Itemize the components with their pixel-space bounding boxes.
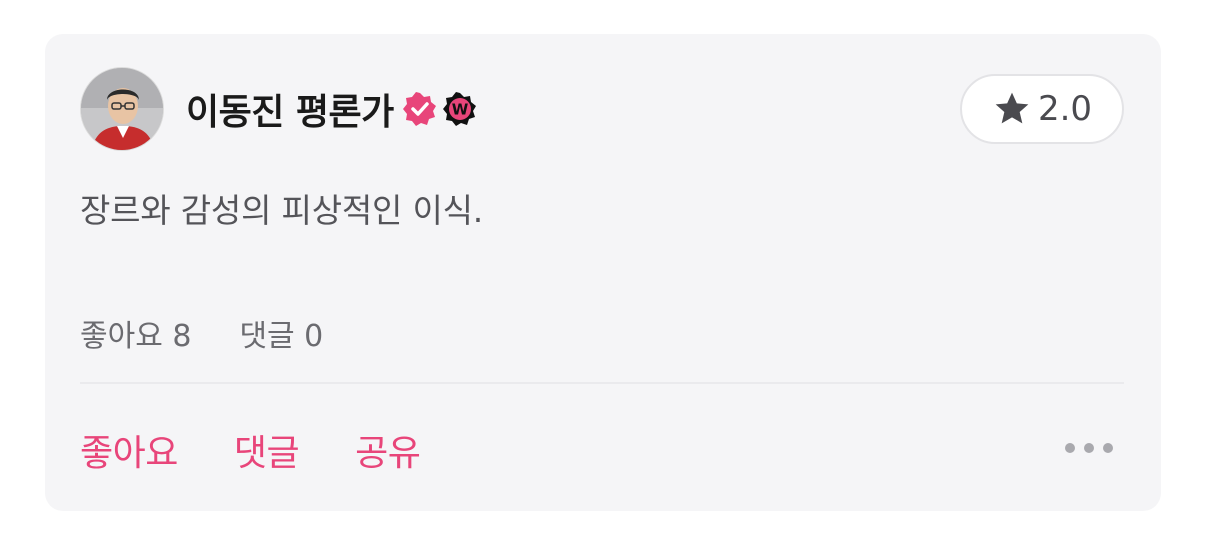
action-bar: 좋아요 댓글 공유 [80,424,421,476]
avatar-photo [81,68,163,150]
like-button[interactable]: 좋아요 [80,424,178,476]
rating-pill: 2.0 [960,74,1124,144]
comment-count: 댓글 0 [239,319,324,354]
author-name[interactable]: 이동진 평론가 [186,83,394,135]
author: 이동진 평론가 W [186,83,478,135]
comment-button[interactable]: 댓글 [234,424,300,476]
avatar[interactable] [80,67,164,151]
watcha-w-badge-icon: W [442,91,478,127]
review-card: 이동진 평론가 W 2.0 장르와 감성의 피상적인 이식. 좋아요 8 댓글 … [45,34,1161,511]
review-stats: 좋아요 8 댓글 0 [80,311,323,355]
svg-text:W: W [451,101,468,119]
review-comment[interactable]: 장르와 감성의 피상적인 이식. [80,184,483,232]
divider [80,382,1124,384]
share-button[interactable]: 공유 [355,424,421,476]
rating-value: 2.0 [1037,89,1093,129]
like-count: 좋아요 8 [80,319,192,354]
star-icon [995,92,1029,124]
verified-icon [402,91,438,127]
more-dots-icon[interactable] [1065,438,1113,458]
